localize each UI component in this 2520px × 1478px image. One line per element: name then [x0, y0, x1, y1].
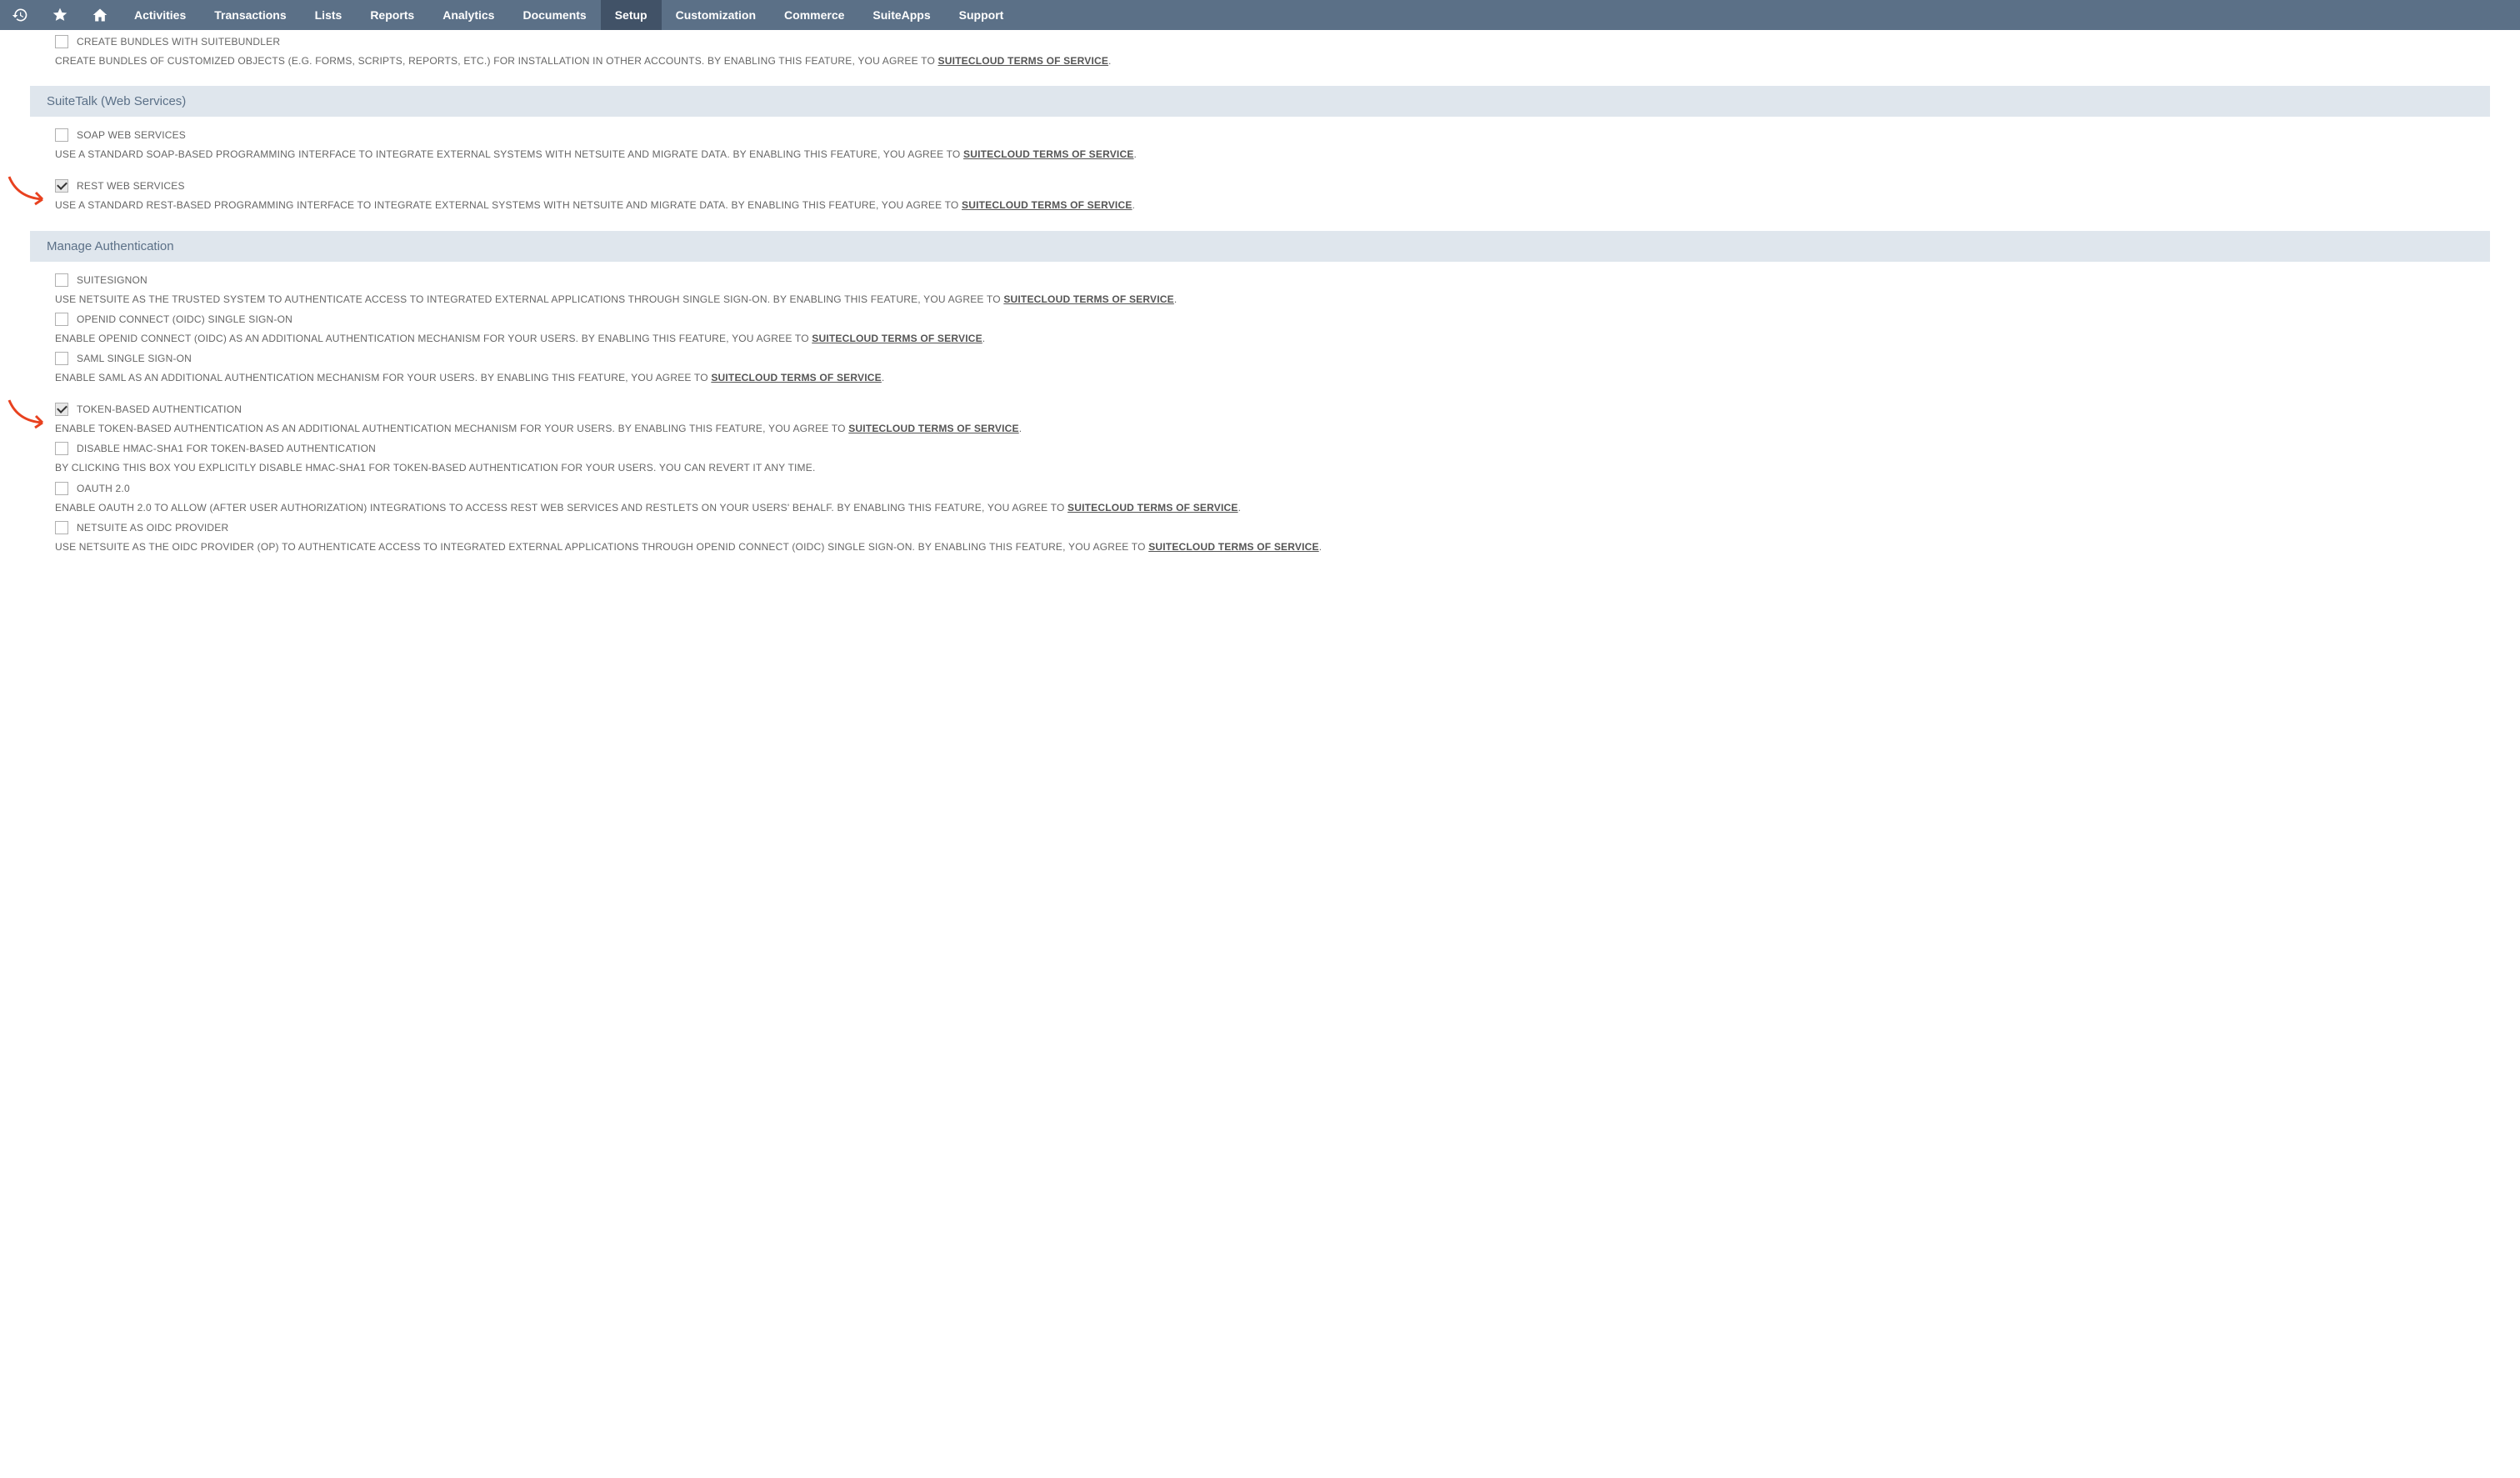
nav-support[interactable]: Support: [945, 0, 1018, 30]
nav-suiteapps[interactable]: SuiteApps: [858, 0, 944, 30]
nav-customization[interactable]: Customization: [662, 0, 770, 30]
tos-link[interactable]: SUITECLOUD TERMS OF SERVICE: [1148, 541, 1319, 553]
tos-link[interactable]: SUITECLOUD TERMS OF SERVICE: [938, 55, 1109, 67]
arrow-annotation-icon: [5, 396, 55, 440]
nav-lists[interactable]: Lists: [301, 0, 357, 30]
checkbox-suitesignon[interactable]: [55, 273, 68, 287]
feature-oauth2: OAUTH 2.0 ENABLE OAUTH 2.0 TO ALLOW (AFT…: [30, 482, 2490, 516]
checkbox-oidc-provider[interactable]: [55, 521, 68, 534]
desc-suitesignon: USE NETSUITE AS THE TRUSTED SYSTEM TO AU…: [55, 292, 2490, 308]
top-navbar: Activities Transactions Lists Reports An…: [0, 0, 2520, 30]
tos-link[interactable]: SUITECLOUD TERMS OF SERVICE: [848, 423, 1019, 434]
checkbox-oauth2[interactable]: [55, 482, 68, 495]
desc-hmac: BY CLICKING THIS BOX YOU EXPLICITLY DISA…: [55, 460, 2490, 476]
feature-create-bundles: CREATE BUNDLES WITH SUITEBUNDLER CREATE …: [30, 35, 2490, 69]
feature-soap: SOAP WEB SERVICES USE A STANDARD SOAP-BA…: [30, 128, 2490, 163]
tos-link[interactable]: SUITECLOUD TERMS OF SERVICE: [1068, 502, 1238, 514]
nav-transactions[interactable]: Transactions: [200, 0, 300, 30]
star-icon[interactable]: [40, 0, 80, 30]
section-suitetalk: SuiteTalk (Web Services): [30, 86, 2490, 117]
label-create-bundles: CREATE BUNDLES WITH SUITEBUNDLER: [77, 36, 280, 48]
feature-oidc-provider: NETSUITE AS OIDC PROVIDER USE NETSUITE A…: [30, 521, 2490, 555]
tos-link[interactable]: SUITECLOUD TERMS OF SERVICE: [963, 148, 1134, 160]
history-icon[interactable]: [0, 0, 40, 30]
feature-hmac: DISABLE HMAC-SHA1 FOR TOKEN-BASED AUTHEN…: [30, 442, 2490, 476]
feature-saml: SAML SINGLE SIGN-ON ENABLE SAML AS AN AD…: [30, 352, 2490, 386]
tos-link[interactable]: SUITECLOUD TERMS OF SERVICE: [812, 333, 982, 344]
feature-oidc-sso: OPENID CONNECT (OIDC) SINGLE SIGN-ON ENA…: [30, 313, 2490, 347]
desc-tba: ENABLE TOKEN-BASED AUTHENTICATION AS AN …: [55, 421, 2490, 437]
nav-reports[interactable]: Reports: [356, 0, 428, 30]
feature-tba: TOKEN-BASED AUTHENTICATION ENABLE TOKEN-…: [30, 403, 2490, 437]
checkbox-soap[interactable]: [55, 128, 68, 142]
checkbox-create-bundles[interactable]: [55, 35, 68, 48]
label-oidc-provider: NETSUITE AS OIDC PROVIDER: [77, 522, 228, 534]
label-oidc-sso: OPENID CONNECT (OIDC) SINGLE SIGN-ON: [77, 313, 292, 325]
label-soap: SOAP WEB SERVICES: [77, 129, 186, 141]
desc-create-bundles: CREATE BUNDLES OF CUSTOMIZED OBJECTS (E.…: [55, 53, 2490, 69]
arrow-annotation-icon: [5, 173, 55, 217]
section-manage-auth: Manage Authentication: [30, 231, 2490, 262]
label-hmac: DISABLE HMAC-SHA1 FOR TOKEN-BASED AUTHEN…: [77, 443, 376, 454]
checkbox-saml[interactable]: [55, 352, 68, 365]
page-content: CREATE BUNDLES WITH SUITEBUNDLER CREATE …: [0, 35, 2520, 575]
tos-link[interactable]: SUITECLOUD TERMS OF SERVICE: [962, 199, 1132, 211]
desc-oidc-provider: USE NETSUITE AS THE OIDC PROVIDER (OP) T…: [55, 539, 2490, 555]
feature-rest: REST WEB SERVICES USE A STANDARD REST-BA…: [30, 179, 2490, 213]
nav-analytics[interactable]: Analytics: [428, 0, 508, 30]
nav-activities[interactable]: Activities: [120, 0, 200, 30]
desc-saml: ENABLE SAML AS AN ADDITIONAL AUTHENTICAT…: [55, 370, 2490, 386]
desc-oauth2: ENABLE OAUTH 2.0 TO ALLOW (AFTER USER AU…: [55, 500, 2490, 516]
nav-setup[interactable]: Setup: [601, 0, 662, 30]
label-suitesignon: SUITESIGNON: [77, 274, 148, 286]
nav-commerce[interactable]: Commerce: [770, 0, 858, 30]
nav-documents[interactable]: Documents: [508, 0, 600, 30]
label-tba: TOKEN-BASED AUTHENTICATION: [77, 403, 242, 415]
desc-rest: USE A STANDARD REST-BASED PROGRAMMING IN…: [55, 198, 2490, 213]
label-saml: SAML SINGLE SIGN-ON: [77, 353, 192, 364]
desc-soap: USE A STANDARD SOAP-BASED PROGRAMMING IN…: [55, 147, 2490, 163]
label-rest: REST WEB SERVICES: [77, 180, 185, 192]
checkbox-hmac[interactable]: [55, 442, 68, 455]
desc-oidc-sso: ENABLE OPENID CONNECT (OIDC) AS AN ADDIT…: [55, 331, 2490, 347]
checkbox-rest[interactable]: [55, 179, 68, 193]
checkbox-tba[interactable]: [55, 403, 68, 416]
checkbox-oidc-sso[interactable]: [55, 313, 68, 326]
tos-link[interactable]: SUITECLOUD TERMS OF SERVICE: [711, 372, 882, 383]
home-icon[interactable]: [80, 0, 120, 30]
tos-link[interactable]: SUITECLOUD TERMS OF SERVICE: [1003, 293, 1174, 305]
label-oauth2: OAUTH 2.0: [77, 483, 130, 494]
feature-suitesignon: SUITESIGNON USE NETSUITE AS THE TRUSTED …: [30, 273, 2490, 308]
